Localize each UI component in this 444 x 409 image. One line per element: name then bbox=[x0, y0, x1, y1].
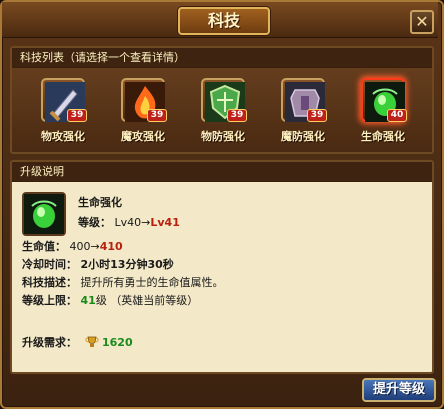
tech-item-magic-attack[interactable]: 39 魔攻强化 bbox=[108, 78, 178, 152]
level-badge: 39 bbox=[227, 109, 247, 122]
tech-item-magic-defense[interactable]: 39 魔防强化 bbox=[268, 78, 338, 152]
cooldown-label: 冷却时间： bbox=[22, 258, 77, 271]
requirement-row: 升级需求： 1620 bbox=[22, 334, 133, 350]
title-bar: 科技 ✕ bbox=[2, 2, 438, 38]
tech-label: 魔防强化 bbox=[281, 130, 325, 143]
window-title: 科技 bbox=[207, 11, 240, 30]
upgrade-button[interactable]: 提升等级 bbox=[362, 378, 436, 402]
hp-label: 生命值： bbox=[22, 240, 66, 253]
life-orb-icon bbox=[22, 192, 66, 236]
cooldown-value: 2小时13分钟30秒 bbox=[80, 258, 174, 271]
hp-to: 410 bbox=[99, 240, 123, 253]
hp-row: 生命值： 400→410 bbox=[22, 238, 123, 254]
level-label: 等级： bbox=[78, 216, 111, 229]
requirement-label: 升级需求： bbox=[22, 336, 77, 349]
level-to: Lv41 bbox=[150, 216, 180, 229]
level-from: Lv40 bbox=[114, 216, 142, 229]
level-cap-value: 41 bbox=[80, 294, 96, 307]
level-cap-label: 等级上限： bbox=[22, 294, 77, 307]
life-orb-icon: 40 bbox=[361, 78, 407, 122]
tech-label: 生命强化 bbox=[361, 130, 405, 143]
tech-list-panel: 科技列表（请选择一个查看详情） 39 物攻强化 39 魔攻强化 39 物防强化 … bbox=[10, 46, 434, 154]
arrow-icon: → bbox=[90, 240, 100, 253]
tech-list-header: 科技列表（请选择一个查看详情） bbox=[12, 48, 432, 68]
tech-label: 魔攻强化 bbox=[121, 130, 165, 143]
title-plate: 科技 bbox=[178, 7, 270, 35]
tech-label: 物攻强化 bbox=[41, 130, 85, 143]
detail-header: 升级说明 bbox=[12, 162, 432, 182]
sword-icon: 39 bbox=[41, 78, 87, 122]
detail-tech-name: 生命强化 bbox=[78, 196, 122, 209]
fire-icon: 39 bbox=[121, 78, 167, 122]
tech-item-physical-attack[interactable]: 39 物攻强化 bbox=[28, 78, 98, 152]
level-badge: 39 bbox=[67, 109, 87, 122]
close-button[interactable]: ✕ bbox=[410, 10, 434, 34]
description-label: 科技描述： bbox=[22, 276, 77, 289]
tech-item-life[interactable]: 40 生命强化 bbox=[348, 78, 418, 152]
level-badge: 40 bbox=[387, 109, 407, 122]
arrow-icon: → bbox=[141, 216, 151, 229]
trophy-icon bbox=[84, 336, 99, 348]
description-value: 提升所有勇士的生命值属性。 bbox=[80, 276, 224, 289]
tech-label: 物防强化 bbox=[201, 130, 245, 143]
shield-icon: 39 bbox=[201, 78, 247, 122]
level-row: 等级： Lv40→Lv41 bbox=[78, 214, 180, 230]
hp-from: 400 bbox=[69, 240, 91, 253]
level-cap-row: 等级上限： 41级 （英雄当前等级） bbox=[22, 292, 198, 308]
cooldown-row: 冷却时间： 2小时13分钟30秒 bbox=[22, 256, 174, 272]
requirement-value: 1620 bbox=[102, 336, 133, 349]
level-cap-suffix: 级 （英雄当前等级） bbox=[95, 294, 199, 307]
level-badge: 39 bbox=[147, 109, 167, 122]
tech-item-physical-defense[interactable]: 39 物防强化 bbox=[188, 78, 258, 152]
description-row: 科技描述： 提升所有勇士的生命值属性。 bbox=[22, 274, 224, 290]
level-badge: 39 bbox=[307, 109, 327, 122]
armor-icon: 39 bbox=[281, 78, 327, 122]
